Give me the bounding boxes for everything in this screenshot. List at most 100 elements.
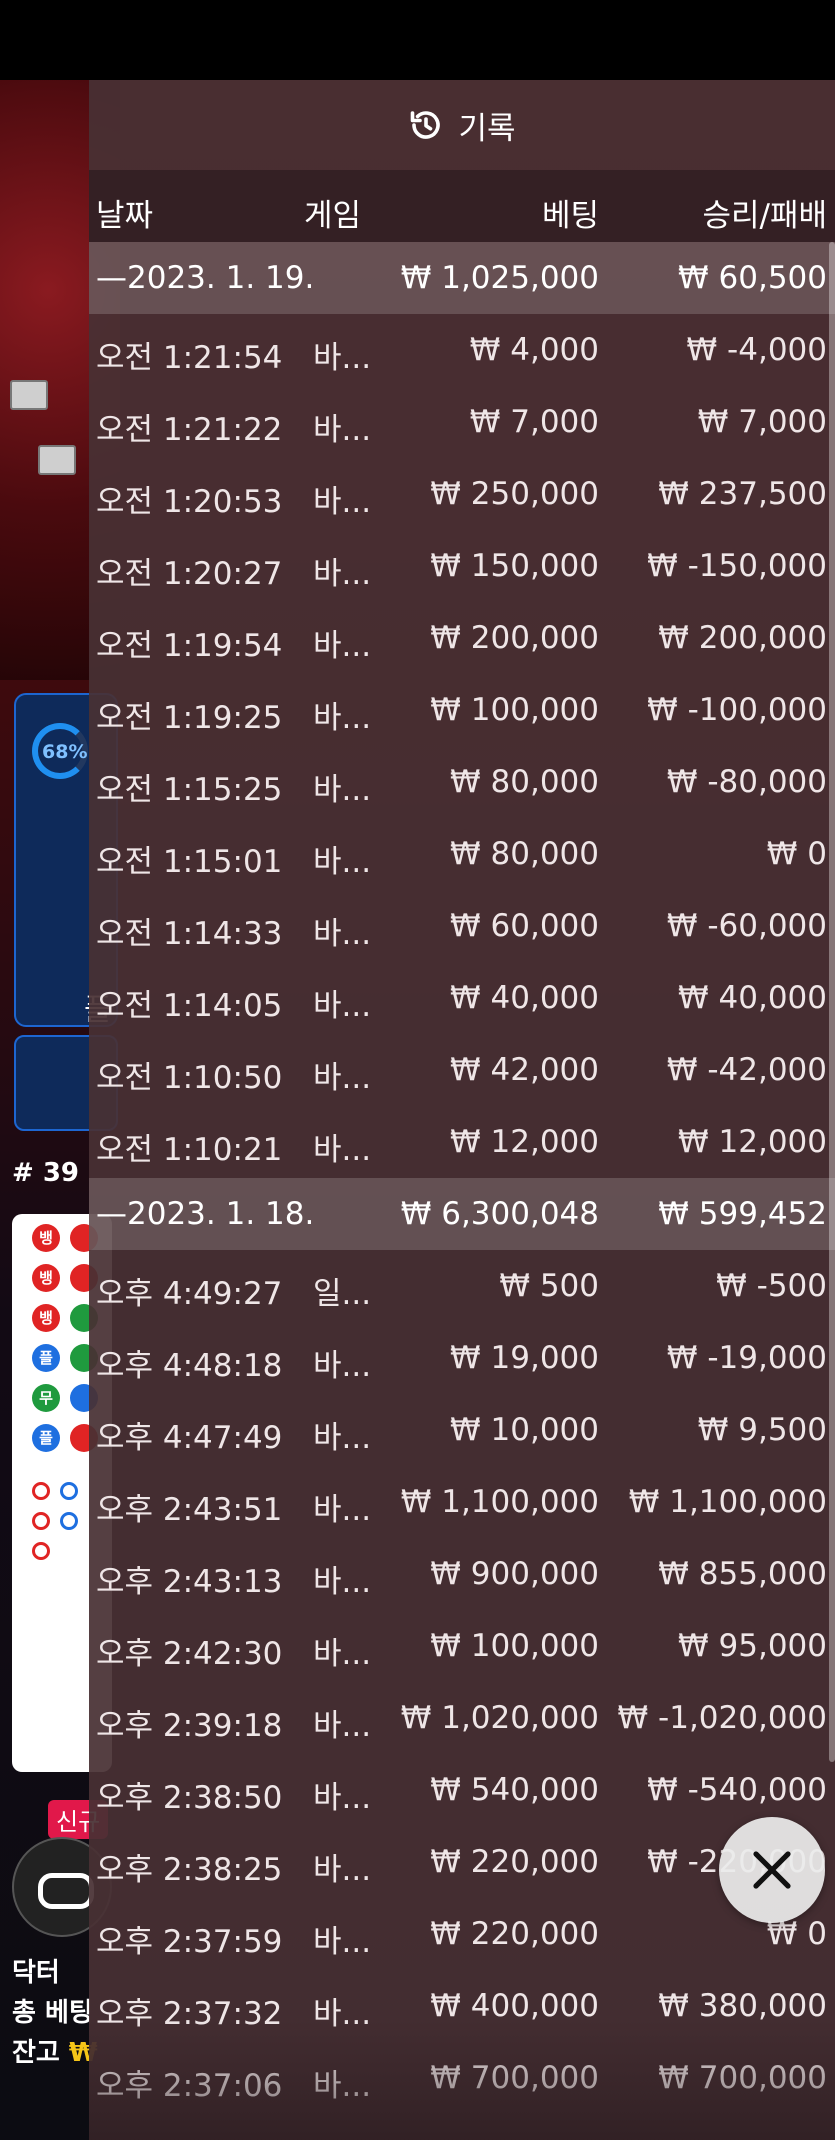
history-row[interactable]: 오전 1:10:21 바... ₩ 12,000 ₩ 12,000 — [89, 1106, 835, 1178]
row-result: ₩ 9,500 — [697, 1412, 827, 1448]
row-time: 오전 1:10:21 — [96, 1132, 283, 1168]
row-bet: ₩ 60,000 — [450, 908, 599, 944]
row-game: 바... — [313, 1852, 372, 1888]
row-bet: ₩ 7,000 — [469, 404, 599, 440]
column-date: 날짜 — [96, 198, 154, 234]
row-game: 바... — [313, 772, 372, 808]
row-result: ₩ 0 — [766, 836, 827, 872]
row-result: ₩ -42,000 — [666, 1052, 827, 1088]
row-result: ₩ -4,000 — [686, 332, 827, 368]
row-bet: ₩ 4,000 — [469, 332, 599, 368]
row-time: 오전 1:21:22 — [96, 412, 283, 448]
chip-stack-icon — [38, 445, 76, 475]
row-result: ₩ -540,000 — [647, 1772, 827, 1808]
round-number: # 39 — [12, 1158, 80, 1188]
group-date: —2023. 1. 18. — [96, 1196, 315, 1232]
row-result: ₩ 200,000 — [658, 620, 827, 656]
history-row[interactable]: 오후 4:47:49 바... ₩ 10,000 ₩ 9,500 — [89, 1394, 835, 1466]
column-bet: 베팅 — [541, 198, 599, 234]
row-bet: ₩ 80,000 — [450, 764, 599, 800]
row-bet: ₩ 80,000 — [450, 836, 599, 872]
row-result: ₩ -500 — [716, 1268, 827, 1304]
row-bet: ₩ 40,000 — [450, 980, 599, 1016]
history-column-header: 날짜 게임 베팅 승리/패배 — [89, 170, 835, 242]
row-result: ₩ -19,000 — [666, 1340, 827, 1376]
row-time: 오후 2:43:13 — [96, 1564, 283, 1600]
row-time: 오후 2:38:25 — [96, 1852, 283, 1888]
history-row[interactable]: 오후 2:42:30 바... ₩ 100,000 ₩ 95,000 — [89, 1610, 835, 1682]
row-bet: ₩ 12,000 — [450, 1124, 599, 1160]
chip-icon — [38, 1873, 94, 1909]
row-time: 오전 1:14:05 — [96, 988, 283, 1024]
row-time: 오후 2:43:51 — [96, 1492, 283, 1528]
history-list[interactable]: —2023. 1. 19. ₩ 1,025,000 ₩ 60,500 오전 1:21:… — [89, 242, 835, 2114]
roadmap-ring — [32, 1482, 50, 1500]
row-bet: ₩ 540,000 — [430, 1772, 599, 1808]
row-time: 오전 1:19:25 — [96, 700, 283, 736]
history-row[interactable]: 오전 1:14:33 바... ₩ 60,000 ₩ -60,000 — [89, 890, 835, 962]
column-game: 게임 — [304, 198, 362, 234]
row-result: ₩ 12,000 — [678, 1124, 827, 1160]
history-row[interactable]: 오후 2:39:18 바... ₩ 1,020,000 ₩ -1,020,000 — [89, 1682, 835, 1754]
roadmap-ring — [32, 1512, 50, 1530]
history-row[interactable]: 오전 1:20:27 바... ₩ 150,000 ₩ -150,000 — [89, 530, 835, 602]
date-group-row[interactable]: —2023. 1. 18. ₩ 6,300,048 ₩ 599,452 — [89, 1178, 835, 1250]
row-bet: ₩ 1,020,000 — [400, 1700, 599, 1736]
row-bet: ₩ 150,000 — [430, 548, 599, 584]
history-row[interactable]: 오후 4:49:27 일... ₩ 500 ₩ -500 — [89, 1250, 835, 1322]
row-time: 오후 2:37:06 — [96, 2068, 283, 2104]
total-bet-line: 총 베팅 — [12, 1992, 93, 2029]
progress-label: 68% — [42, 741, 88, 763]
row-bet: ₩ 500 — [499, 1268, 599, 1304]
history-row[interactable]: 오전 1:21:22 바... ₩ 7,000 ₩ 7,000 — [89, 386, 835, 458]
history-row[interactable]: 오후 4:48:18 바... ₩ 19,000 ₩ -19,000 — [89, 1322, 835, 1394]
row-bet: ₩ 700,000 — [430, 2060, 599, 2096]
history-row[interactable]: 오전 1:19:54 바... ₩ 200,000 ₩ 200,000 — [89, 602, 835, 674]
scrollbar[interactable] — [829, 242, 835, 1762]
row-time: 오전 1:20:53 — [96, 484, 283, 520]
history-row[interactable]: 오후 2:37:59 바... ₩ 220,000 ₩ 0 — [89, 1898, 835, 1970]
roadmap-cell: 뱅 — [32, 1224, 60, 1252]
roadmap-ring — [60, 1482, 78, 1500]
row-time: 오전 1:19:54 — [96, 628, 283, 664]
row-game: 바... — [313, 628, 372, 664]
player-name: 닥터 — [12, 1958, 60, 1988]
row-result: ₩ 237,500 — [658, 476, 827, 512]
close-button[interactable] — [719, 1817, 825, 1923]
row-game: 바... — [313, 1420, 372, 1456]
history-row[interactable]: 오후 2:37:32 바... ₩ 400,000 ₩ 380,000 — [89, 1970, 835, 2042]
history-row[interactable]: 오전 1:19:25 바... ₩ 100,000 ₩ -100,000 — [89, 674, 835, 746]
history-row[interactable]: 오전 1:20:53 바... ₩ 250,000 ₩ 237,500 — [89, 458, 835, 530]
row-game: 바... — [313, 844, 372, 880]
row-bet: ₩ 42,000 — [450, 1052, 599, 1088]
row-result: ₩ 95,000 — [678, 1628, 827, 1664]
row-game: 바... — [313, 1132, 372, 1168]
history-row[interactable]: 오전 1:15:25 바... ₩ 80,000 ₩ -80,000 — [89, 746, 835, 818]
history-row[interactable]: 오전 1:21:54 바... ₩ 4,000 ₩ -4,000 — [89, 314, 835, 386]
row-time: 오전 1:10:50 — [96, 1060, 283, 1096]
history-row[interactable]: 오전 1:15:01 바... ₩ 80,000 ₩ 0 — [89, 818, 835, 890]
row-result: ₩ 40,000 — [678, 980, 827, 1016]
history-row[interactable]: 오후 2:43:13 바... ₩ 900,000 ₩ 855,000 — [89, 1538, 835, 1610]
history-panel: 기록 날짜 게임 베팅 승리/패배 —2023. 1. 19. ₩ 1,025,0… — [89, 80, 835, 2140]
roadmap-cell: 뱅 — [32, 1304, 60, 1332]
history-row[interactable]: 오후 2:37:06 바... ₩ 700,000 ₩ 700,000 — [89, 2042, 835, 2114]
history-row[interactable]: 오전 1:14:05 바... ₩ 40,000 ₩ 40,000 — [89, 962, 835, 1034]
row-bet: ₩ 100,000 — [430, 692, 599, 728]
date-group-row[interactable]: —2023. 1. 19. ₩ 1,025,000 ₩ 60,500 — [89, 242, 835, 314]
balance-line: 잔고 ₩ — [12, 2032, 98, 2069]
row-result: ₩ 1,100,000 — [628, 1484, 827, 1520]
row-game: 바... — [313, 1636, 372, 1672]
group-bet-total: ₩ 1,025,000 — [400, 260, 599, 296]
roadmap-cell: 플 — [32, 1344, 60, 1372]
history-row[interactable]: 오후 2:38:50 바... ₩ 540,000 ₩ -540,000 — [89, 1754, 835, 1826]
history-row[interactable]: 오전 1:10:50 바... ₩ 42,000 ₩ -42,000 — [89, 1034, 835, 1106]
row-time: 오후 2:38:50 — [96, 1780, 283, 1816]
row-time: 오후 2:39:18 — [96, 1708, 283, 1744]
group-date: —2023. 1. 19. — [96, 260, 315, 296]
roadmap-cell: 뱅 — [32, 1264, 60, 1292]
group-bet-total: ₩ 6,300,048 — [400, 1196, 599, 1232]
group-result-total: ₩ 60,500 — [678, 260, 827, 296]
history-row[interactable]: 오후 2:43:51 바... ₩ 1,100,000 ₩ 1,100,000 — [89, 1466, 835, 1538]
roadmap-ring — [32, 1542, 50, 1560]
